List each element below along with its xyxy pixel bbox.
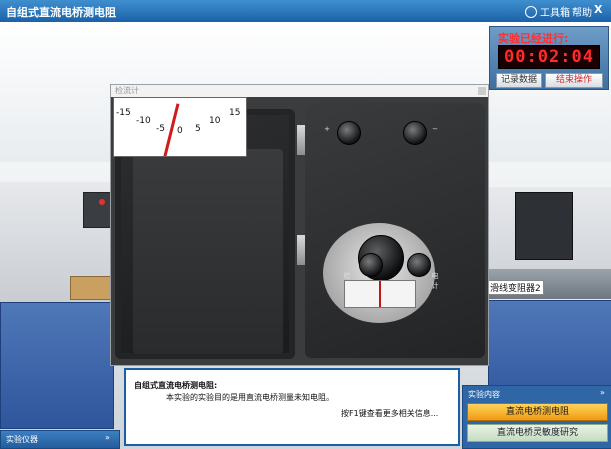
toolbox-icon — [525, 5, 537, 18]
scale-tick: -15 — [116, 108, 131, 118]
scale-tick: 5 — [195, 124, 201, 134]
title-bar: 自组式直流电桥测电阻 工具箱 帮助 X — [0, 0, 611, 22]
window-title: 自组式直流电桥测电阻 — [6, 6, 116, 19]
rheostat-label: 滑线变阻器2 — [487, 280, 544, 295]
scale-tick: 10 — [209, 116, 221, 126]
scale-tick: -10 — [136, 116, 151, 126]
content-item-bridge-resistance[interactable]: 直流电桥测电阻 — [467, 403, 608, 421]
button-label-left: 检 — [343, 272, 351, 280]
record-data-button[interactable]: 记录数据 — [496, 73, 542, 88]
instruments-panel[interactable]: 实验仪器 » — [0, 430, 120, 449]
resistance-box[interactable] — [515, 192, 573, 260]
desk-drawers-left — [0, 302, 114, 429]
hinge-top — [297, 125, 305, 155]
terminal-minus-label: − — [432, 125, 438, 133]
button-knob-right[interactable] — [407, 253, 431, 277]
scale-tick: -5 — [156, 124, 165, 134]
button-label-right: 电计 — [431, 272, 439, 290]
terminal-knob-right[interactable] — [403, 121, 427, 145]
collapse-chevron-icon[interactable]: » — [600, 388, 605, 397]
expand-chevron-icon[interactable]: » — [105, 433, 110, 442]
info-panel: 自组式直流电桥测电阻: 本实验的实验目的是用直流电桥测量未知电阻。 按F1键查看… — [124, 368, 460, 446]
content-item-bridge-sensitivity[interactable]: 直流电桥灵敏度研究 — [467, 424, 608, 442]
timer-panel: 实验已经进行: 00:02:04 记录数据 结束操作 — [489, 26, 609, 90]
info-title: 自组式直流电桥测电阻: — [134, 381, 218, 390]
end-operation-button[interactable]: 结束操作 — [545, 73, 603, 88]
galvanometer-meter: -15 -10 -5 0 5 10 15 — [113, 97, 247, 157]
scale-tick: 0 — [177, 126, 183, 136]
scale-tick: 15 — [229, 108, 241, 118]
hinge-bottom — [297, 235, 305, 265]
switch-board[interactable] — [70, 276, 114, 300]
close-button[interactable]: X — [594, 3, 602, 16]
power-indicator — [99, 199, 105, 205]
info-hint: 按F1键查看更多相关信息... — [341, 409, 439, 418]
galvanometer-close-icon[interactable] — [478, 87, 486, 95]
experiment-content-panel: 实验内容 » 直流电桥测电阻 直流电桥灵敏度研究 — [462, 385, 611, 449]
dial-needle — [379, 281, 381, 307]
timer-label: 实验已经进行: — [498, 32, 569, 45]
galvanometer-title: 检流计 — [115, 86, 139, 95]
button-knob-left[interactable] — [359, 253, 383, 277]
lid-inner — [133, 149, 283, 354]
info-body: 本实验的实验目的是用直流电桥测量未知电阻。 — [166, 393, 334, 402]
instruments-title: 实验仪器 — [6, 435, 38, 444]
titlebar-divider — [563, 6, 564, 17]
terminal-plus-label: + — [324, 125, 330, 133]
content-header: 实验内容 — [468, 390, 500, 399]
toolbox-label: 工具箱 — [540, 8, 570, 19]
timer-display: 00:02:04 — [498, 45, 600, 69]
galvanometer-titlebar[interactable]: 检流计 — [111, 85, 488, 97]
terminal-knob-left[interactable] — [337, 121, 361, 145]
help-button[interactable]: 帮助 — [572, 4, 592, 19]
